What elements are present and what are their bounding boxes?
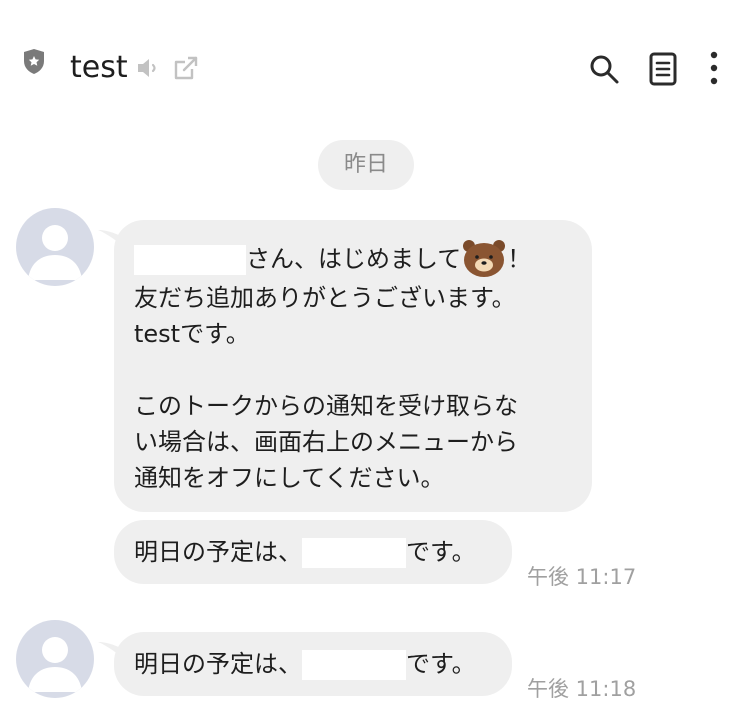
- message-text: 明日の予定は、: [134, 538, 302, 566]
- memo-icon[interactable]: [648, 52, 678, 86]
- chat-title: test: [70, 50, 128, 85]
- avatar[interactable]: [16, 208, 94, 286]
- message-text: です。: [406, 538, 476, 566]
- shield-icon: [24, 49, 44, 74]
- message-text: ！: [507, 245, 532, 273]
- message-bubble[interactable]: 明日の予定は、 です。: [114, 632, 512, 696]
- message-timestamp: 午後 11:18: [527, 677, 637, 701]
- avatar[interactable]: [16, 620, 94, 698]
- date-divider: 昨日: [318, 140, 414, 190]
- default-user-icon: [28, 637, 82, 692]
- message-line: testです。: [134, 320, 250, 348]
- message-line: このトークからの通知を受け取らな: [134, 392, 518, 420]
- mute-icon[interactable]: [135, 55, 161, 81]
- message-bubble[interactable]: さん、はじめまして ！ 友だち追加ありがとうございます。 testです。 このト…: [114, 220, 592, 512]
- message-line: い場合は、画面右上のメニューから: [134, 428, 518, 456]
- message-text: です。: [406, 650, 476, 678]
- redacted-name: [134, 245, 246, 275]
- message-line: 友だち追加ありがとうございます。: [134, 284, 516, 312]
- message-line: 通知をオフにしてください。: [134, 464, 445, 492]
- message-line: さん、はじめまして ！: [134, 240, 592, 280]
- redacted-text: [302, 538, 406, 568]
- bear-sticker-icon: [463, 240, 506, 277]
- message-text: さん、はじめまして: [246, 245, 462, 273]
- chat-header: test: [0, 0, 742, 120]
- default-user-icon: [28, 225, 82, 280]
- external-link-icon[interactable]: [172, 54, 200, 82]
- message-timestamp: 午後 11:17: [527, 565, 637, 589]
- message-line: 明日の予定は、 です。: [134, 534, 512, 570]
- message-bubble[interactable]: 明日の予定は、 です。: [114, 520, 512, 584]
- search-icon[interactable]: [588, 53, 620, 85]
- message-text: 明日の予定は、: [134, 650, 302, 678]
- more-icon[interactable]: [704, 50, 724, 86]
- redacted-text: [302, 650, 406, 680]
- message-line: 明日の予定は、 です。: [134, 646, 512, 682]
